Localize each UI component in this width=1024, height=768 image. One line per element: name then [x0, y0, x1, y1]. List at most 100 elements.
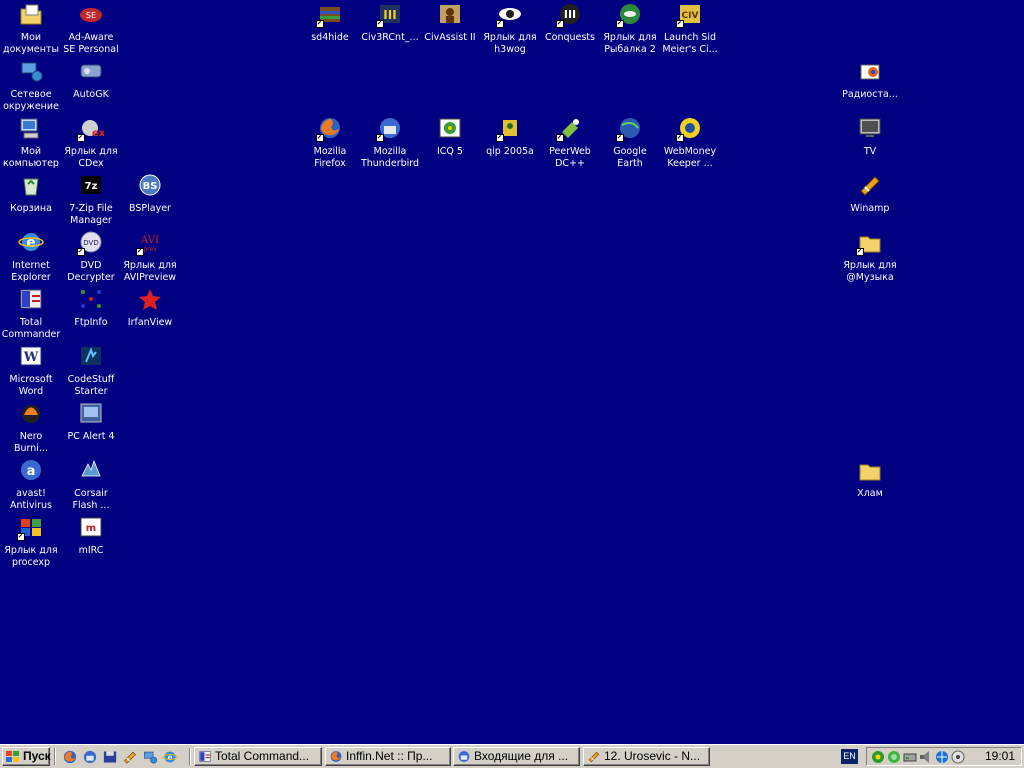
svg-text:W: W [23, 350, 39, 365]
desktop-icon[interactable]: CivAssist II [419, 0, 481, 56]
desktop-icon-label: Mozilla Firefox [313, 146, 347, 169]
desktop-icon[interactable]: Мой компьютер [0, 114, 62, 170]
desktop-icon[interactable]: Корзина [0, 171, 62, 227]
desktop-icon[interactable]: Corsair Flash ... [60, 456, 122, 512]
quick-launch-network-icon[interactable] [142, 749, 158, 765]
desktop-icon[interactable]: Nero Burni... [0, 399, 62, 455]
desktop-icon[interactable]: Ярлык для h3wog [479, 0, 541, 56]
desktop-icon[interactable]: 7z 7-Zip File Manager [60, 171, 122, 227]
shortcut-arrow-icon [316, 20, 324, 28]
desktop-icon-label: ICQ 5 [437, 146, 463, 157]
total-commander-icon [199, 751, 211, 762]
shortcut-arrow-icon [616, 20, 624, 28]
desktop-icon-label: Ярлык для Рыбалка 2 [603, 32, 657, 55]
desktop-icon[interactable]: PeerWeb DC++ [539, 114, 601, 170]
desktop-icon[interactable]: a avast! Antivirus [0, 456, 62, 512]
desktop-icon[interactable]: AutoGK [60, 57, 122, 113]
desktop-icon[interactable]: Хлам [839, 456, 901, 512]
desktop-icon[interactable]: m mIRC [60, 513, 122, 569]
ftpinfo-icon [81, 290, 101, 308]
desktop-icon[interactable]: Ярлык для Рыбалка 2 [599, 0, 661, 56]
desktop-icon[interactable]: Mozilla Thunderbird [359, 114, 421, 170]
shortcut-arrow-icon [376, 134, 384, 142]
7zip-icon: 7z [81, 176, 101, 194]
desktop-icon[interactable]: TV [839, 114, 901, 170]
desktop-icon[interactable]: CIV Launch Sid Meier's Ci... [659, 0, 721, 56]
desktop-icon[interactable]: qip 2005a [479, 114, 541, 170]
desktop-icon-label: Сетевое окружение [3, 89, 59, 112]
desktop-icon[interactable]: AVI prev Ярлык для AVIPreview [119, 228, 181, 284]
shortcut-arrow-icon [556, 20, 564, 28]
desktop-icon-label: Nero Burni... [14, 431, 48, 454]
desktop-icon-label: Мои документы [3, 32, 59, 55]
network-tray-icon[interactable] [935, 750, 949, 764]
volume-tray-icon[interactable] [919, 750, 933, 764]
desktop-icon[interactable]: ex Ярлык для CDex [60, 114, 122, 170]
taskbar-button[interactable]: Входящие для ... [453, 747, 580, 766]
svg-text:e: e [168, 752, 173, 762]
taskbar-button[interactable]: Inffin.Net :: Пр... [325, 747, 451, 766]
desktop-icon[interactable]: Радиоста... [839, 57, 901, 113]
desktop-icon[interactable]: SE Ad-Aware SE Personal [60, 0, 122, 56]
start-button[interactable]: Пуск [2, 747, 51, 766]
irfanview-icon [139, 289, 161, 310]
drive-tray-icon[interactable] [903, 750, 917, 764]
desktop-icon[interactable]: IrfanView [119, 285, 181, 341]
desktop-icon[interactable]: PC Alert 4 [60, 399, 122, 455]
desktop-icon[interactable]: sd4hide [299, 0, 361, 56]
desktop-icon[interactable]: Мои документы [0, 0, 62, 56]
radio-icon [860, 64, 880, 80]
shortcut-arrow-icon [316, 134, 324, 142]
antivirus-tray-icon[interactable] [951, 750, 965, 764]
desktop-icon-label: BSPlayer [129, 203, 171, 214]
desktop-icon[interactable]: DVD DVD Decrypter [60, 228, 122, 284]
codestuff-icon [81, 347, 101, 365]
desktop-icon-label: Хлам [857, 488, 883, 499]
desktop-icon[interactable]: CodeStuff Starter [60, 342, 122, 398]
network-icon [21, 62, 43, 82]
clock[interactable]: 19:01 [985, 748, 1015, 765]
shortcut-arrow-icon [77, 134, 85, 142]
desktop-icon[interactable]: III Civ3RCnt_... [359, 0, 421, 56]
quick-launch-winamp-icon[interactable] [122, 749, 138, 765]
shortcut-arrow-icon [17, 533, 25, 541]
desktop-icon[interactable]: Сетевое окружение [0, 57, 62, 113]
firefox-icon [330, 751, 342, 762]
desktop-icon[interactable]: Ярлык для @Музыка [839, 228, 901, 284]
my-documents-icon [20, 4, 42, 25]
desktop-icon[interactable]: Mozilla Firefox [299, 114, 361, 170]
desktop-icon[interactable]: Ярлык для procexp [0, 513, 62, 569]
qip-tray-icon[interactable] [887, 750, 901, 764]
quick-launch-floppy-icon[interactable] [102, 749, 118, 765]
icq-icon [439, 118, 461, 138]
icq-tray-icon[interactable] [871, 750, 885, 764]
desktop-icon[interactable]: Total Commander [0, 285, 62, 341]
desktop-icon[interactable]: BS BSPlayer [119, 171, 181, 227]
corsair-icon [81, 459, 101, 477]
desktop-icon-label: Internet Explorer [11, 260, 51, 283]
taskbar-button[interactable]: Total Command... [194, 747, 322, 766]
thunderbird-icon [458, 751, 470, 762]
taskbar: Пуск e Total Command... Inffin.Net :: Пр.… [0, 744, 1024, 768]
desktop-icon[interactable]: e Internet Explorer [0, 228, 62, 284]
desktop-icon[interactable]: W Microsoft Word [0, 342, 62, 398]
language-indicator[interactable]: EN [841, 749, 858, 764]
desktop-icon-label: AutoGK [73, 89, 109, 100]
civassist-icon [440, 5, 460, 23]
word-icon: W [20, 346, 42, 366]
desktop-icon[interactable]: III Conquests [539, 0, 601, 56]
taskbar-separator [189, 748, 191, 765]
desktop-icon[interactable]: Winamp [839, 171, 901, 227]
taskbar-button[interactable]: 12. Urosevic - N... [583, 747, 710, 766]
quick-launch-ie-icon[interactable]: e [162, 749, 178, 765]
quick-launch-firefox-icon[interactable] [62, 749, 78, 765]
total-commander-icon [20, 289, 42, 309]
shortcut-arrow-icon [136, 248, 144, 256]
desktop-icon[interactable]: Google Earth [599, 114, 661, 170]
desktop-icon-label: avast! Antivirus [9, 488, 53, 511]
desktop-icon[interactable]: FtpInfo [60, 285, 122, 341]
quick-launch-thunderbird-icon[interactable] [82, 749, 98, 765]
desktop-icon[interactable]: WebMoney Keeper ... [659, 114, 721, 170]
desktop-icon-label: Ярлык для AVIPreview [123, 260, 177, 283]
desktop-icon[interactable]: ICQ 5 [419, 114, 481, 170]
